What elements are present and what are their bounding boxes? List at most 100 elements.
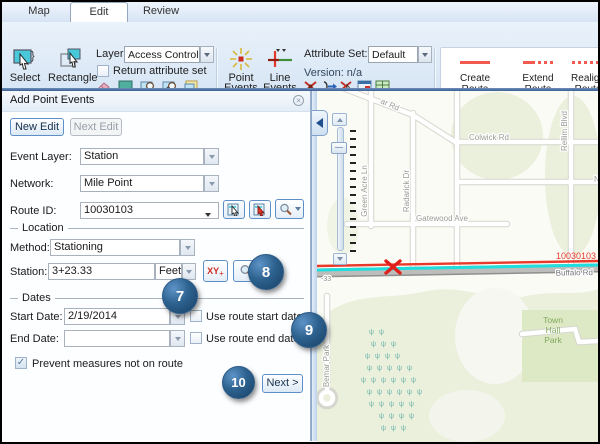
layer-label: Layer: [96,48,127,60]
attribute-set-combobox[interactable]: Default [368,46,418,63]
street-label: Buffalo Rd [556,268,593,278]
event-layer-combobox[interactable]: Station [80,148,204,165]
svg-text:ψ: ψ [375,353,380,360]
map-canvas: ψψψψψψψψψψψψψψψψψψψψψψψψψψψψψψψψψψψψψψ [317,91,598,442]
park-label: Park [544,335,562,345]
street-label: Rellim Blvd [560,111,569,151]
svg-text:}: } [31,50,35,62]
svg-text:ψ: ψ [409,401,414,408]
callout-8: 8 [248,254,284,290]
event-layer-dropdown-button[interactable] [204,148,219,165]
tab-map[interactable]: Map [10,2,68,22]
svg-text:ψ: ψ [401,425,406,432]
street-label: Gatewood Ave [416,214,468,223]
svg-text:ψ: ψ [385,353,390,360]
clear-route-icon [253,203,267,216]
clear-route-selection-button[interactable] [249,200,271,219]
ribbon-tabstrip: Map Edit Review [0,0,600,23]
prevent-measures-label: Prevent measures not on route [32,358,183,370]
tab-edit[interactable]: Edit [70,2,128,22]
prevent-measures-checkbox[interactable]: ✓ [15,357,27,369]
callout-10: 10 [222,366,255,399]
street-label-partial: N [594,175,598,184]
map-view[interactable]: ψψψψψψψψψψψψψψψψψψψψψψψψψψψψψψψψψψψψψψ [317,91,598,442]
collapse-panel-button[interactable] [312,110,328,136]
route-id-dropdown-caret[interactable] [205,208,211,220]
street-label: Green Acre Ln [360,165,369,217]
dates-divider: Dates [10,293,304,303]
new-edit-button[interactable]: New Edit [10,118,64,136]
park-label: Hall [546,325,561,335]
zoom-to-route-button[interactable] [275,199,304,219]
close-icon[interactable]: ✕ [293,95,304,106]
method-combobox[interactable]: Stationing [50,239,180,256]
zoom-scale-ticks [350,130,356,258]
next-button[interactable]: Next > [262,374,303,393]
station-input[interactable]: 3+23.33 [48,263,155,280]
zoom-slider-handle[interactable] [331,142,347,154]
end-date-label: End Date: [10,333,59,345]
start-date-label: Start Date: [10,311,63,323]
ribbon-body: } Select Rectangle Layer: Access Control… [0,22,600,88]
svg-text:ψ: ψ [379,401,384,408]
svg-text:ψ: ψ [367,389,372,396]
units-dropdown-button[interactable] [182,263,196,280]
start-date-input[interactable]: 2/19/2014 [64,308,170,325]
tab-review[interactable]: Review [132,2,190,22]
network-dropdown-button[interactable] [204,175,219,192]
return-attribute-set-label: Return attribute set [113,65,207,77]
street-label: Radarick Dr [402,170,411,213]
svg-text:ψ: ψ [369,329,374,336]
method-dropdown-button[interactable] [180,239,195,256]
layer-combobox[interactable]: Access Control [124,46,200,63]
svg-text:ψ: ψ [379,329,384,336]
line-events-button[interactable]: Line Events [261,47,299,94]
svg-text:ψ: ψ [417,389,422,396]
svg-text:ψ: ψ [367,365,372,372]
end-date-dropdown-button[interactable] [170,330,185,347]
street-label: ar Rd [379,97,401,113]
station-label: Station: [10,266,47,278]
use-route-end-date-checkbox[interactable] [190,332,202,344]
return-attribute-set-checkbox[interactable] [97,65,109,77]
create-route-icon [446,51,504,73]
select-route-on-map-button[interactable] [223,200,245,219]
select-route-icon [227,203,241,216]
svg-text:ψ: ψ [391,341,396,348]
extend-route-icon [509,51,567,73]
up-arrow-icon [337,118,343,122]
network-label: Network: [10,178,53,190]
svg-text:ψ: ψ [371,377,376,384]
street-label: Bemar Park [322,344,331,387]
use-route-start-date-checkbox[interactable] [190,310,202,322]
zoom-options-caret[interactable] [295,207,301,211]
layer-dropdown-button[interactable] [200,46,214,63]
svg-text:ψ: ψ [371,341,376,348]
callout-9: 9 [291,312,327,348]
svg-text:ψ: ψ [409,413,414,420]
svg-text:ψ: ψ [387,365,392,372]
line-events-icon [267,47,293,71]
attribute-set-label: Attribute Set: [304,48,368,60]
svg-text:ψ: ψ [407,389,412,396]
xy-locate-button[interactable]: XY+ [203,260,228,282]
use-route-end-date-label: Use route end date [206,333,300,345]
next-edit-button[interactable]: Next Edit [70,118,122,136]
park-label: Town [543,315,563,325]
attribute-set-dropdown-button[interactable] [418,46,432,63]
svg-text:ψ: ψ [381,425,386,432]
point-events-button[interactable]: Point Events [222,47,260,94]
method-label: Method: [10,242,50,254]
svg-text:ψ: ψ [399,401,404,408]
zoom-out-button[interactable] [333,253,347,265]
zoom-in-button[interactable] [332,113,347,126]
svg-text:ψ: ψ [379,413,384,420]
version-label: Version: n/a [304,67,362,79]
route-id-combobox[interactable]: 10030103 [80,202,219,219]
application-window: Map Edit Review } Select Rectangle Lay [0,0,600,444]
network-combobox[interactable]: Mile Point [80,175,204,192]
down-arrow-icon [337,257,343,261]
svg-text:ψ: ψ [387,389,392,396]
end-date-input[interactable] [64,330,170,347]
svg-text:ψ: ψ [377,389,382,396]
